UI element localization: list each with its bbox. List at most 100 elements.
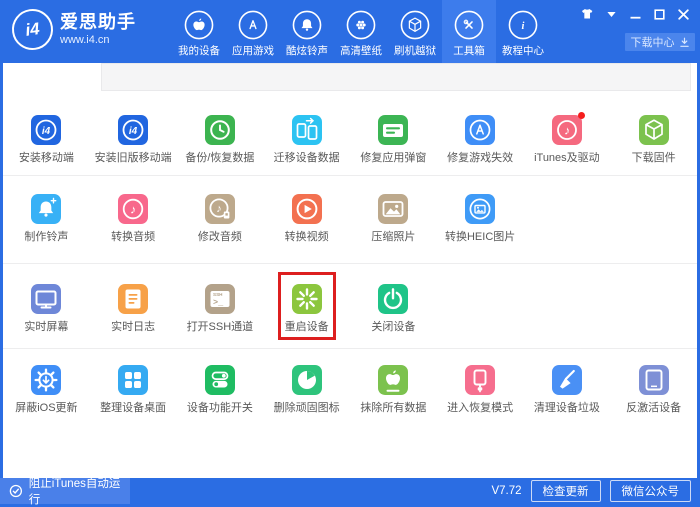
maximize-button[interactable] (653, 8, 666, 20)
wechat-account-button[interactable]: 微信公众号 (610, 480, 692, 502)
check-circle-icon (9, 484, 23, 498)
audio-note-icon: ♪ (118, 194, 148, 224)
appstore-a-icon (237, 9, 269, 41)
tool-backup-restore[interactable]: 备份/恢复数据 (177, 115, 264, 165)
tool-shutdown-device[interactable]: 关闭设备 (350, 284, 437, 334)
close-button[interactable] (677, 8, 690, 20)
tool-device-switches[interactable]: 设备功能开关 (177, 365, 264, 415)
download-icon (679, 37, 690, 48)
app-title: 爱思助手 (60, 13, 136, 33)
app-store-icon (465, 115, 495, 145)
nav-item-app-games[interactable]: 应用游戏 (226, 0, 280, 63)
nav-item-tutorial-center[interactable]: i 教程中心 (496, 0, 550, 63)
nav-item-toolbox[interactable]: 工具箱 (442, 0, 496, 63)
tool-erase-all-data[interactable]: 抹除所有数据 (350, 365, 437, 415)
tool-open-ssh[interactable]: SSH>_打开SSH通道 (177, 284, 264, 334)
monitor-icon (31, 284, 61, 314)
nav-item-label: 酷炫铃声 (286, 43, 328, 58)
audio-edit-icon: ♪ (205, 194, 235, 224)
tool-delete-stub-icons[interactable]: 删除顽固图标 (263, 365, 350, 415)
tools-row-2: 制作铃声 ♪ 转换音频 ♪ 修改音频 转换视频 压缩照片 转换HEIC图片 (3, 176, 697, 264)
svg-text:♪: ♪ (216, 203, 222, 215)
top-banner-panel (101, 63, 691, 91)
theme-button[interactable] (581, 8, 594, 20)
tool-label: 修改音频 (198, 230, 242, 244)
tool-organize-desktop[interactable]: 整理设备桌面 (90, 365, 177, 415)
tools-grid: i4安装移动端 i4 安装旧版移动端备份/恢复数据迁移设备数据修复应用弹窗修复游戏失… (3, 91, 697, 425)
tool-label: 实时屏幕 (24, 320, 68, 334)
recovery-phone-icon (465, 365, 495, 395)
tool-label: 安装旧版移动端 (95, 151, 172, 165)
notification-dot (578, 112, 585, 119)
time-machine-icon (205, 115, 235, 145)
tool-label: 下载固件 (632, 151, 676, 165)
photo-icon (378, 194, 408, 224)
tool-migrate-device-data[interactable]: 迁移设备数据 (263, 115, 350, 165)
tool-live-log[interactable]: 实时日志 (90, 284, 177, 334)
tool-clean-device-junk[interactable]: 清理设备垃圾 (524, 365, 611, 415)
caret-down-icon (605, 8, 618, 20)
tool-convert-heic[interactable]: 转换HEIC图片 (437, 194, 524, 244)
minimize-button[interactable] (629, 8, 642, 20)
tool-fix-app-popup[interactable]: 修复应用弹窗 (350, 115, 437, 165)
tool-label: 反激活设备 (626, 401, 681, 415)
apple-icon (183, 9, 215, 41)
clean-broom-icon (552, 365, 582, 395)
svg-text:♪: ♪ (130, 203, 136, 217)
nav-item-my-devices[interactable]: 我的设备 (172, 0, 226, 63)
tool-label: 重启设备 (285, 320, 329, 334)
tool-label: 修复游戏失效 (447, 151, 513, 165)
tool-live-screen[interactable]: 实时屏幕 (3, 284, 90, 334)
package-box-icon (399, 9, 431, 41)
tool-install-old-mobile[interactable]: i4 安装旧版移动端 (90, 115, 177, 165)
tool-label: 转换音频 (111, 230, 155, 244)
tools-row-4: 屏蔽iOS更新整理设备桌面设备功能开关删除顽固图标抹除所有数据进入恢复模式清理设… (3, 349, 697, 425)
app-logo: i4 爱思助手 www.i4.cn (12, 9, 136, 50)
download-center-button[interactable]: 下载中心 (625, 33, 695, 51)
desktop-grid-icon (118, 365, 148, 395)
device-migrate-icon (292, 115, 322, 145)
tool-label: 转换视频 (285, 230, 329, 244)
tool-convert-video[interactable]: 转换视频 (263, 194, 350, 244)
top-bar: i4 爱思助手 www.i4.cn 我的设备应用游戏酷炫铃声高清壁纸刷机越狱工具… (0, 0, 700, 63)
tool-edit-audio[interactable]: ♪ 修改音频 (177, 194, 264, 244)
i4-logo-icon: i4 (9, 6, 55, 52)
check-update-button[interactable]: 检查更新 (531, 480, 601, 502)
tool-compress-photo[interactable]: 压缩照片 (350, 194, 437, 244)
tool-block-ios-update[interactable]: 屏蔽iOS更新 (3, 365, 90, 415)
nav-item-label: 刷机越狱 (394, 43, 436, 58)
ringtone-bell-icon (31, 194, 61, 224)
tool-convert-audio[interactable]: ♪ 转换音频 (90, 194, 177, 244)
tool-download-firmware[interactable]: 下载固件 (610, 115, 697, 165)
tool-restart-device[interactable]: 重启设备 (263, 284, 350, 334)
nav-item-label: 我的设备 (178, 43, 220, 58)
tools-cross-icon (453, 9, 485, 41)
menu-button[interactable] (605, 8, 618, 20)
tool-fix-game-invalid[interactable]: 修复游戏失效 (437, 115, 524, 165)
pie-clock-icon (292, 365, 322, 395)
tool-deactivate-device[interactable]: 反激活设备 (610, 365, 697, 415)
tool-label: 压缩照片 (371, 230, 415, 244)
flower-icon (345, 9, 377, 41)
maximize-icon (653, 8, 666, 20)
restart-rays-icon (292, 284, 322, 314)
nav-item-label: 高清壁纸 (340, 43, 382, 58)
block-itunes-label: 阻止iTunes自动运行 (29, 475, 130, 507)
tool-itunes-driver[interactable]: ♪iTunes及驱动 (524, 115, 611, 165)
svg-text:i: i (522, 21, 525, 32)
tool-make-ringtone[interactable]: 制作铃声 (3, 194, 90, 244)
nav-item-label: 教程中心 (502, 43, 544, 58)
nav-item-cool-ringtones[interactable]: 酷炫铃声 (280, 0, 334, 63)
main-nav: 我的设备应用游戏酷炫铃声高清壁纸刷机越狱工具箱 i 教程中心 (172, 0, 550, 63)
ssh-terminal-icon: SSH>_ (205, 284, 235, 314)
nav-item-flash-jailbreak[interactable]: 刷机越狱 (388, 0, 442, 63)
shirt-icon (581, 8, 594, 20)
video-play-icon (292, 194, 322, 224)
tool-label: 进入恢复模式 (447, 401, 513, 415)
block-itunes-toggle[interactable]: 阻止iTunes自动运行 (0, 478, 130, 504)
tool-enter-recovery[interactable]: 进入恢复模式 (437, 365, 524, 415)
nav-item-hd-wallpapers[interactable]: 高清壁纸 (334, 0, 388, 63)
info-i-icon: i (507, 9, 539, 41)
i4-logo-icon: i4 (118, 115, 148, 145)
tool-install-mobile[interactable]: i4安装移动端 (3, 115, 90, 165)
